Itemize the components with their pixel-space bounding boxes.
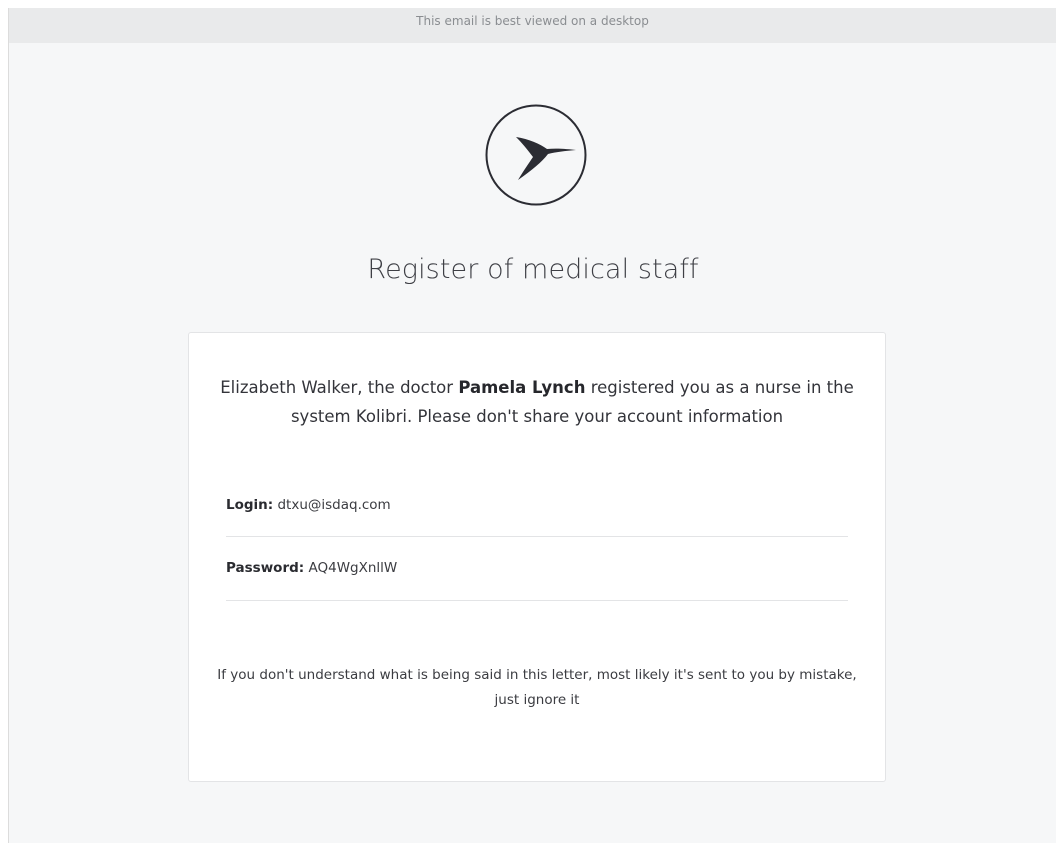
password-row: Password: AQ4WgXnllW xyxy=(226,560,848,601)
banner-text: This email is best viewed on a desktop xyxy=(416,14,649,28)
password-label: Password: xyxy=(226,560,305,576)
login-row: Login: dtxu@isdaq.com xyxy=(226,497,848,537)
intro-message: Elizabeth Walker, the doctor Pamela Lync… xyxy=(209,373,865,431)
message-card: Elizabeth Walker, the doctor Pamela Lync… xyxy=(188,332,886,782)
login-label: Login: xyxy=(226,497,274,513)
doctor-name: Pamela Lynch xyxy=(458,378,586,397)
desktop-view-banner: This email is best viewed on a desktop xyxy=(9,8,1056,43)
hummingbird-icon xyxy=(485,104,587,206)
password-value: AQ4WgXnllW xyxy=(308,560,398,576)
page-title: Register of medical staff xyxy=(367,254,699,285)
email-frame: This email is best viewed on a desktop R… xyxy=(8,8,1056,843)
footnote-text: If you don't understand what is being sa… xyxy=(217,667,857,708)
intro-text-part1: Elizabeth Walker, the doctor xyxy=(220,378,459,397)
login-value: dtxu@isdaq.com xyxy=(277,497,391,513)
